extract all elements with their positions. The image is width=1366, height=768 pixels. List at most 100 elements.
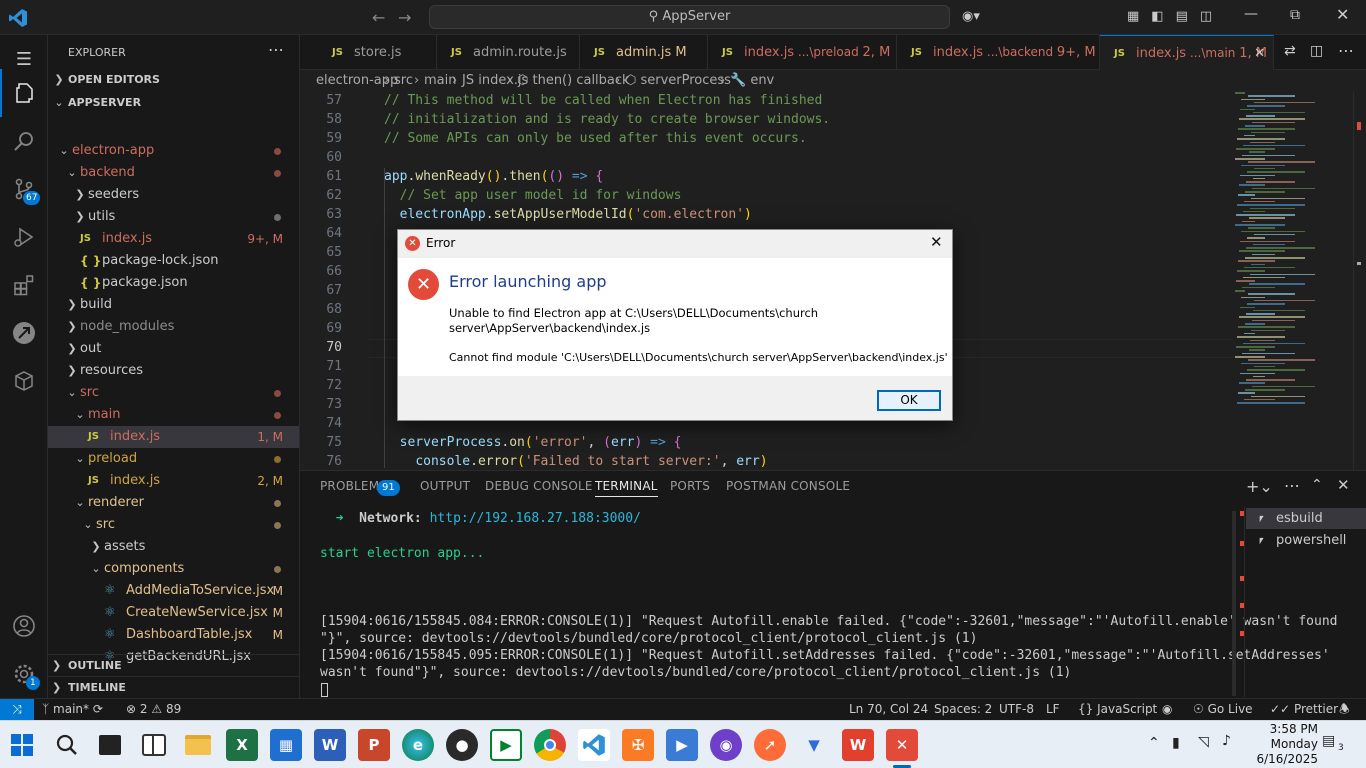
terminal-instance[interactable]: ⎖ esbuild bbox=[1246, 508, 1366, 529]
ok-button[interactable]: OK bbox=[877, 390, 941, 411]
terminal-scrollbar[interactable] bbox=[1232, 511, 1236, 696]
split-editor-icon[interactable]: ◫ bbox=[1310, 43, 1323, 59]
file-explorer-icon[interactable] bbox=[182, 729, 214, 761]
widgets-icon[interactable] bbox=[138, 729, 170, 761]
explorer-icon[interactable] bbox=[0, 69, 48, 117]
file-item[interactable]: ⚛ DashboardTable.jsx M bbox=[48, 624, 299, 646]
notifications-bell-icon[interactable]: 🕭 bbox=[1339, 699, 1350, 720]
panel-tab[interactable]: PORTS bbox=[670, 479, 710, 493]
file-item[interactable]: ⚛ CreateNewService.jsx M bbox=[48, 602, 299, 624]
powerpoint-icon[interactable]: P bbox=[358, 729, 390, 761]
remote-explorer-icon[interactable] bbox=[0, 309, 48, 357]
go-live[interactable]: ☉ Go Live bbox=[1193, 699, 1253, 720]
file-item[interactable]: JS index.js 9+, M bbox=[48, 228, 299, 250]
restore-button[interactable]: ⧉ bbox=[1290, 7, 1300, 23]
minimap[interactable] bbox=[1233, 92, 1353, 470]
breadcrumb-item[interactable]: 🔧 env bbox=[730, 70, 774, 92]
close-window-button[interactable]: ✕ bbox=[1336, 5, 1349, 24]
language-mode[interactable]: {} JavaScript bbox=[1078, 699, 1157, 720]
folder-item[interactable]: ⌄ preload bbox=[48, 448, 299, 470]
cursor-position[interactable]: Ln 70, Col 24 bbox=[849, 699, 928, 720]
task-view-icon[interactable] bbox=[94, 729, 126, 761]
editor-tab[interactable]: JS admin.route.js bbox=[437, 35, 580, 70]
folder-item[interactable]: ❯ out bbox=[48, 338, 299, 360]
folder-item[interactable]: ⌄ src bbox=[48, 382, 299, 404]
breadcrumb-item[interactable]: ⬡ serverProcess bbox=[625, 70, 731, 92]
network-url[interactable]: http://192.168.27.188:3000/ bbox=[430, 511, 641, 526]
tab-more-actions-icon[interactable]: ⋯ bbox=[1338, 41, 1354, 60]
search-taskbar-icon[interactable] bbox=[51, 729, 83, 761]
workspace-root[interactable]: ⌄ APPSERVER bbox=[48, 92, 299, 114]
outline-section[interactable]: ❯ OUTLINE bbox=[48, 654, 299, 676]
breadcrumb-item[interactable]: ⬡ then() callback bbox=[517, 70, 630, 92]
editor-tab[interactable]: JS index.js ...\backend 9+, M bbox=[897, 35, 1100, 70]
close-tab-icon[interactable]: ✕ bbox=[1254, 36, 1265, 71]
minimize-button[interactable]: — bbox=[1244, 6, 1258, 22]
new-terminal-icon[interactable]: +⌄ bbox=[1246, 477, 1273, 496]
file-item[interactable]: { } package-lock.json bbox=[48, 250, 299, 272]
store-icon[interactable]: ▦ bbox=[270, 729, 302, 761]
run-debug-icon[interactable] bbox=[0, 213, 48, 261]
timeline-section[interactable]: ❯ TIMELINE bbox=[48, 676, 299, 698]
wps-icon[interactable]: W bbox=[842, 729, 874, 761]
media-player-icon[interactable]: ▶ bbox=[666, 729, 698, 761]
eol[interactable]: LF bbox=[1046, 699, 1060, 720]
panel-tab[interactable]: TERMINAL bbox=[595, 479, 658, 497]
remote-indicator[interactable]: ⤨ bbox=[0, 699, 34, 720]
editor-tab[interactable]: JS admin.js M bbox=[580, 35, 708, 70]
error-app-icon[interactable]: ✕ bbox=[886, 729, 918, 761]
vpn-icon[interactable]: ▼ bbox=[798, 729, 830, 761]
folder-item[interactable]: ⌄ backend bbox=[48, 162, 299, 184]
folder-item[interactable]: ❯ utils bbox=[48, 206, 299, 228]
explorer-more-actions-icon[interactable]: ⋯ bbox=[268, 40, 284, 59]
vscode-logo-icon[interactable] bbox=[8, 8, 28, 28]
excel-icon[interactable]: X bbox=[226, 729, 258, 761]
postman-icon[interactable]: ➚ bbox=[754, 729, 786, 761]
folder-item[interactable]: ⌄ src bbox=[48, 514, 299, 536]
editor-tab[interactable]: JS index.js ...\main 1, M ✕ bbox=[1100, 35, 1274, 70]
encoding[interactable]: UTF-8 bbox=[999, 699, 1034, 720]
file-item[interactable]: JS index.js 1, M bbox=[48, 426, 299, 448]
file-item[interactable]: JS index.js 2, M bbox=[48, 470, 299, 492]
battery-icon[interactable]: ▮ bbox=[1172, 735, 1180, 751]
panel-more-icon[interactable]: ⋯ bbox=[1284, 476, 1300, 495]
settings-gear-icon[interactable]: 1 bbox=[0, 650, 48, 698]
folder-item[interactable]: ❯ assets bbox=[48, 536, 299, 558]
compare-changes-icon[interactable]: ⇄ bbox=[1284, 43, 1296, 59]
file-item[interactable]: ⚛ AddMediaToService.jsx M bbox=[48, 580, 299, 602]
command-center-search[interactable]: ⚲ AppServer bbox=[429, 5, 950, 29]
clock[interactable]: 3:58 PM Monday 6/16/2025 bbox=[1238, 722, 1318, 767]
volume-icon[interactable]: ♪ bbox=[1222, 733, 1231, 749]
copilot-status-icon[interactable]: ◉ bbox=[1162, 699, 1172, 720]
editor-scrollbar[interactable] bbox=[1353, 92, 1366, 470]
editor-tab[interactable]: JS index.js ...\preload 2, M bbox=[708, 35, 897, 70]
xampp-icon[interactable]: ✠ bbox=[622, 729, 654, 761]
forward-arrow-icon[interactable]: → bbox=[398, 8, 411, 27]
account-icon[interactable] bbox=[0, 602, 48, 650]
panel-tab[interactable]: POSTMAN CONSOLE bbox=[726, 479, 850, 493]
folder-item[interactable]: ❯ resources bbox=[48, 360, 299, 382]
chrome-icon[interactable] bbox=[534, 729, 566, 761]
meet-icon[interactable]: ▶ bbox=[490, 729, 522, 761]
folder-item[interactable]: ⌄ components bbox=[48, 558, 299, 580]
terminal-instance[interactable]: ⎖ powershell bbox=[1246, 530, 1366, 551]
toggle-sidebar-icon[interactable]: ◧ bbox=[1151, 9, 1175, 24]
file-item[interactable]: { } package.json bbox=[48, 272, 299, 294]
breadcrumb-item[interactable]: src bbox=[394, 70, 413, 92]
vscode-taskbar-icon[interactable] bbox=[578, 729, 610, 761]
prettier[interactable]: ✓✓ Prettier bbox=[1270, 699, 1338, 720]
obs-icon[interactable]: ● bbox=[446, 729, 478, 761]
word-icon[interactable]: W bbox=[314, 729, 346, 761]
folder-item[interactable]: ⌄ main bbox=[48, 404, 299, 426]
editor-tab[interactable]: JS store.js bbox=[318, 35, 437, 70]
folder-item[interactable]: ❯ node_modules bbox=[48, 316, 299, 338]
windows-start-icon[interactable] bbox=[6, 729, 38, 761]
panel-tab[interactable]: OUTPUT bbox=[420, 479, 470, 493]
folder-item[interactable]: ⌄ electron-app bbox=[48, 140, 299, 162]
github-icon[interactable]: ◉ bbox=[710, 729, 742, 761]
edge-icon[interactable]: e bbox=[402, 729, 434, 761]
wifi-icon[interactable]: ◹ bbox=[1198, 734, 1209, 750]
notifications-icon[interactable]: ▤ 3 bbox=[1322, 733, 1348, 755]
search-icon[interactable] bbox=[0, 117, 48, 165]
folder-item[interactable]: ❯ seeders bbox=[48, 184, 299, 206]
